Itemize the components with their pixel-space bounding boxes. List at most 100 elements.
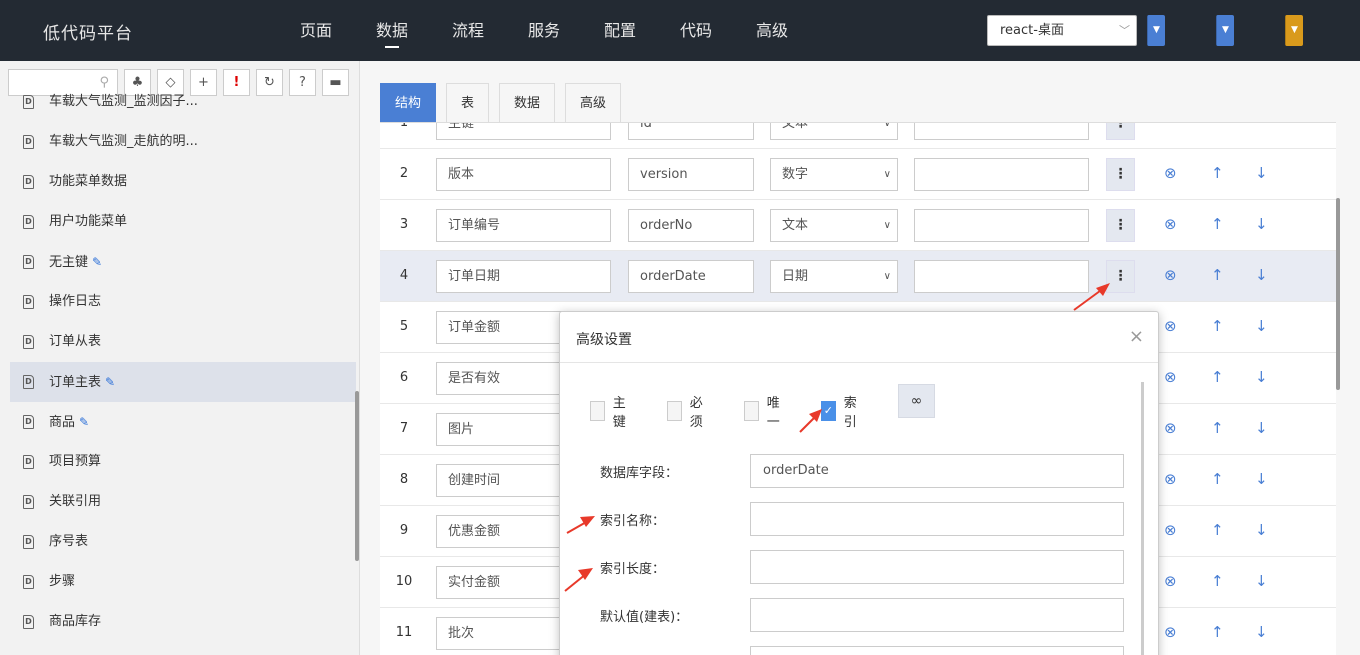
- move-down-icon[interactable]: ↓: [1255, 572, 1268, 590]
- field-key-input[interactable]: version: [628, 158, 754, 191]
- field-key-input[interactable]: orderDate: [628, 260, 754, 293]
- move-down-icon[interactable]: ↓: [1255, 215, 1268, 233]
- move-down-icon[interactable]: ↓: [1255, 266, 1268, 284]
- move-up-icon[interactable]: ↑: [1211, 419, 1224, 437]
- field-key-input[interactable]: orderNo: [628, 209, 754, 242]
- pencil-icon[interactable]: ✎: [105, 375, 115, 389]
- field-name-input[interactable]: 版本: [436, 158, 611, 191]
- checkbox-box[interactable]: [667, 401, 682, 421]
- index-checkbox[interactable]: ✓ 索引: [821, 392, 862, 430]
- move-down-icon[interactable]: ↓: [1255, 470, 1268, 488]
- default-value-input[interactable]: [750, 598, 1124, 632]
- pencil-icon[interactable]: ✎: [79, 415, 89, 429]
- field-extra-input[interactable]: [914, 158, 1089, 191]
- field-key-input[interactable]: id: [628, 123, 754, 140]
- unique-checkbox[interactable]: 唯一: [744, 392, 785, 430]
- tab-table[interactable]: 表: [446, 83, 490, 123]
- db-field-input[interactable]: orderDate: [750, 454, 1124, 488]
- checkbox-box[interactable]: [744, 401, 759, 421]
- sidebar-scrollbar[interactable]: [355, 391, 359, 561]
- checkbox-box[interactable]: [590, 401, 605, 421]
- delete-icon[interactable]: ⊗: [1164, 419, 1177, 437]
- sidebar-item[interactable]: D 用户功能菜单: [10, 202, 356, 242]
- nav-item-data[interactable]: 数据: [354, 0, 430, 61]
- delete-icon[interactable]: ⊗: [1164, 623, 1177, 641]
- field-name-input[interactable]: 订单日期: [436, 260, 611, 293]
- delete-icon[interactable]: ⊗: [1164, 572, 1177, 590]
- nav-item-service[interactable]: 服务: [506, 0, 582, 61]
- nav-item-code[interactable]: 代码: [658, 0, 734, 61]
- publish-dropdown-caret-icon[interactable]: ▼: [1285, 15, 1303, 46]
- sidebar-item[interactable]: D 步骤: [10, 562, 356, 602]
- field-type-select[interactable]: 文本 ∨: [770, 123, 898, 140]
- sidebar-item[interactable]: D 订单主表 ✎: [10, 362, 356, 402]
- delete-icon[interactable]: ⊗: [1164, 470, 1177, 488]
- move-up-icon[interactable]: ↑: [1211, 572, 1224, 590]
- sidebar-item[interactable]: D 无主键 ✎: [10, 242, 356, 282]
- move-down-icon[interactable]: ↓: [1255, 164, 1268, 182]
- field-extra-input[interactable]: [914, 260, 1089, 293]
- sidebar-item[interactable]: D 商品 ✎: [10, 402, 356, 442]
- preview-dropdown-caret-icon[interactable]: ▼: [1216, 15, 1234, 46]
- field-extra-input[interactable]: [914, 209, 1089, 242]
- more-options-icon[interactable]: ⋮: [1106, 209, 1135, 242]
- sidebar-item[interactable]: D 项目预算: [10, 442, 356, 482]
- primary-key-checkbox[interactable]: 主键: [590, 392, 631, 430]
- nav-item-flow[interactable]: 流程: [430, 0, 506, 61]
- nav-item-advanced[interactable]: 高级: [734, 0, 810, 61]
- sidebar-item[interactable]: D 订单从表: [10, 322, 356, 362]
- field-extra-input[interactable]: [914, 123, 1089, 140]
- index-name-input[interactable]: [750, 502, 1124, 536]
- delete-icon[interactable]: ⊗: [1164, 164, 1177, 182]
- save-dropdown-caret-icon[interactable]: ▼: [1147, 15, 1165, 46]
- required-checkbox[interactable]: 必须: [667, 392, 708, 430]
- nav-item-pages[interactable]: 页面: [278, 0, 354, 61]
- move-down-icon[interactable]: ↓: [1255, 521, 1268, 539]
- delete-icon[interactable]: ⊗: [1164, 368, 1177, 386]
- extra-input[interactable]: [750, 646, 1124, 655]
- field-name-input[interactable]: 订单编号: [436, 209, 611, 242]
- sidebar-item[interactable]: D 车载大气监测_走航的明...: [10, 122, 356, 162]
- sidebar-item[interactable]: D 序号表: [10, 522, 356, 562]
- sidebar-item[interactable]: D 车载大气监测_监测因子...: [10, 82, 356, 122]
- delete-icon[interactable]: ⊗: [1164, 521, 1177, 539]
- sidebar-item[interactable]: D 操作日志: [10, 282, 356, 322]
- tab-structure[interactable]: 结构: [380, 83, 437, 123]
- pencil-icon[interactable]: ✎: [92, 255, 102, 269]
- move-down-icon[interactable]: ↓: [1255, 368, 1268, 386]
- delete-icon[interactable]: ⊗: [1164, 317, 1177, 335]
- move-up-icon[interactable]: ↑: [1211, 521, 1224, 539]
- move-up-icon[interactable]: ↑: [1211, 266, 1224, 284]
- sidebar-item[interactable]: D 功能菜单数据: [10, 162, 356, 202]
- move-up-icon[interactable]: ↑: [1211, 164, 1224, 182]
- field-type-select[interactable]: 文本 ∨: [770, 209, 898, 242]
- delete-icon[interactable]: ⊗: [1164, 215, 1177, 233]
- index-length-input[interactable]: [750, 550, 1124, 584]
- row-number: 9: [399, 523, 409, 538]
- grid-scrollbar[interactable]: [1336, 198, 1340, 390]
- move-up-icon[interactable]: ↑: [1211, 368, 1224, 386]
- tab-data[interactable]: 数据: [499, 83, 556, 123]
- move-down-icon[interactable]: ↓: [1255, 623, 1268, 641]
- env-select[interactable]: react-桌面 ﹀: [987, 15, 1137, 46]
- move-up-icon[interactable]: ↑: [1211, 215, 1224, 233]
- move-up-icon[interactable]: ↑: [1211, 470, 1224, 488]
- move-up-icon[interactable]: ↑: [1211, 623, 1224, 641]
- move-down-icon[interactable]: ↓: [1255, 419, 1268, 437]
- field-name-input[interactable]: 主键: [436, 123, 611, 140]
- nav-item-config[interactable]: 配置: [582, 0, 658, 61]
- sidebar-item[interactable]: D 关联引用: [10, 482, 356, 522]
- field-type-select[interactable]: 数字 ∨: [770, 158, 898, 191]
- tab-advanced[interactable]: 高级: [565, 83, 622, 123]
- move-up-icon[interactable]: ↑: [1211, 317, 1224, 335]
- more-options-icon[interactable]: ⋮: [1106, 123, 1135, 140]
- row-number: 11: [395, 625, 413, 640]
- sidebar-item[interactable]: D 商品库存: [10, 602, 356, 642]
- move-down-icon[interactable]: ↓: [1255, 317, 1268, 335]
- field-type-select[interactable]: 日期 ∨: [770, 260, 898, 293]
- link-icon[interactable]: ∞: [898, 384, 935, 418]
- delete-icon[interactable]: ⊗: [1164, 266, 1177, 284]
- close-icon[interactable]: ×: [1129, 326, 1144, 347]
- more-options-icon[interactable]: ⋮: [1106, 158, 1135, 191]
- dialog-scrollbar[interactable]: [1141, 382, 1144, 655]
